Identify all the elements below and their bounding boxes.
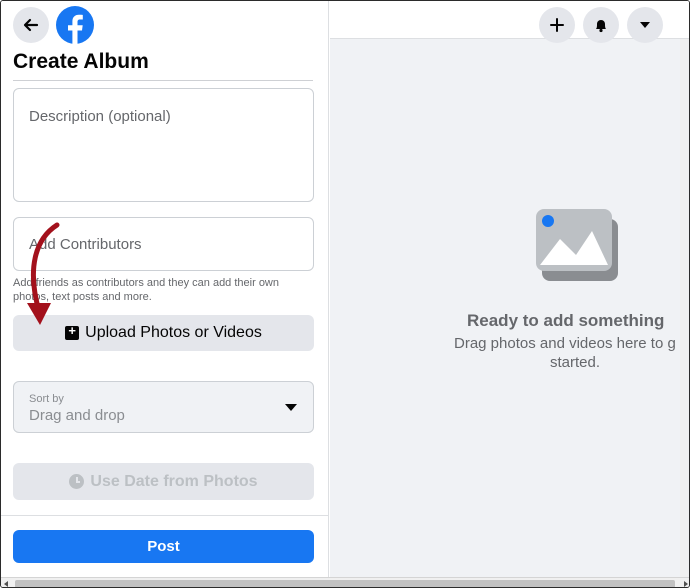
divider xyxy=(1,515,329,516)
clock-icon xyxy=(69,474,85,489)
create-album-panel: Create Album Description (optional) Add … xyxy=(1,1,329,577)
plus-icon xyxy=(550,18,564,32)
description-placeholder: Description (optional) xyxy=(29,108,171,125)
account-menu-button[interactable] xyxy=(627,7,663,43)
horizontal-scrollbar[interactable] xyxy=(1,577,689,587)
scroll-left-icon[interactable] xyxy=(4,581,8,587)
vertical-scrollbar[interactable] xyxy=(680,39,689,577)
bell-icon xyxy=(596,20,606,33)
page-title: Create Album xyxy=(13,50,149,73)
sort-by-select[interactable]: Sort by Drag and drop xyxy=(13,381,314,433)
notifications-button[interactable] xyxy=(583,7,619,43)
empty-state-subtitle: Drag photos and videos here to g xyxy=(454,335,676,352)
photo-placeholder-icon xyxy=(536,209,618,281)
back-button[interactable] xyxy=(13,7,49,43)
divider xyxy=(13,80,313,81)
create-button[interactable] xyxy=(539,7,575,43)
scroll-right-icon[interactable] xyxy=(684,581,688,587)
post-button-label: Post xyxy=(147,538,180,555)
post-button[interactable]: Post xyxy=(13,530,314,563)
app-window: Create Album Description (optional) Add … xyxy=(0,0,690,588)
annotation-arrow-icon xyxy=(27,222,60,325)
description-field[interactable]: Description (optional) xyxy=(13,88,314,202)
chevron-down-icon xyxy=(285,404,297,411)
caret-down-icon xyxy=(640,22,650,28)
use-date-button[interactable]: Use Date from Photos xyxy=(13,463,314,500)
empty-state-subtitle-cont: started. xyxy=(550,354,601,371)
empty-state-title: Ready to add something xyxy=(467,311,665,330)
back-arrow-icon xyxy=(23,18,39,32)
sort-by-value: Drag and drop xyxy=(29,407,125,424)
add-photo-icon xyxy=(65,323,80,340)
facebook-logo-icon[interactable] xyxy=(56,6,94,44)
top-bar xyxy=(1,1,329,49)
sort-by-label: Sort by xyxy=(29,393,64,405)
preview-panel: Ready to add something Drag photos and v… xyxy=(330,1,689,577)
scroll-thumb[interactable] xyxy=(15,580,675,587)
preview-toolbar xyxy=(330,1,689,43)
upload-button-label: Upload Photos or Videos xyxy=(85,324,262,341)
use-date-label: Use Date from Photos xyxy=(90,472,258,490)
